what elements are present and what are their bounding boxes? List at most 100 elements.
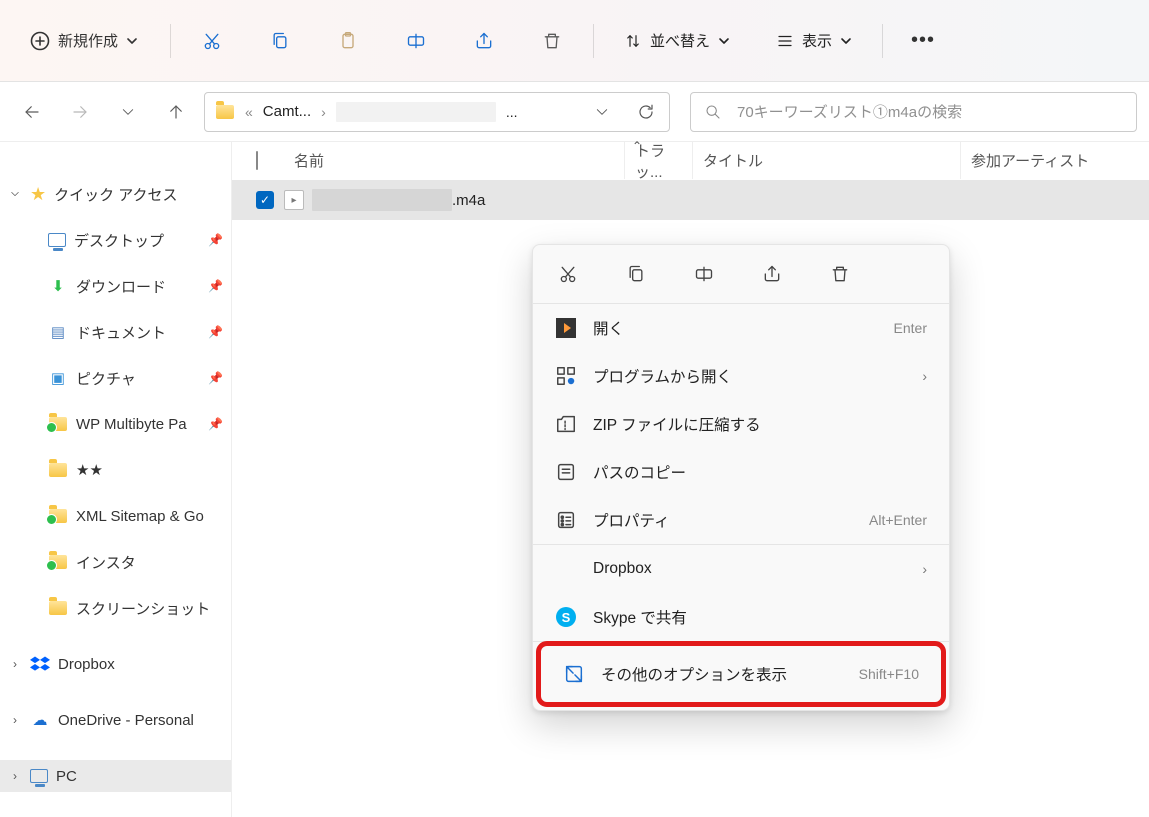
sidebar-item-wp[interactable]: WP Multibyte Pa 📌 bbox=[0, 408, 231, 440]
add-circle-icon bbox=[30, 31, 50, 51]
chevron-right-icon: › bbox=[922, 368, 927, 384]
row-checkbox[interactable]: ✓ bbox=[256, 191, 274, 209]
expand-icon bbox=[563, 663, 585, 685]
sidebar-item-pictures[interactable]: ▣ ピクチャ 📌 bbox=[0, 362, 231, 394]
column-checkbox[interactable] bbox=[256, 152, 294, 169]
sidebar-item-documents[interactable]: ▤ ドキュメント 📌 bbox=[0, 316, 231, 348]
folder-icon bbox=[48, 506, 68, 526]
search-input[interactable]: 70キーワーズリスト①m4aの検索 bbox=[690, 92, 1137, 132]
sort-label: 並べ替え bbox=[650, 30, 710, 51]
list-icon bbox=[776, 32, 794, 50]
copy-path-icon bbox=[555, 461, 577, 483]
chevron-down-icon bbox=[126, 35, 138, 47]
file-list: ⌃ 名前 トラッ... タイトル 参加アーティスト ✓ .m4a bbox=[232, 142, 1149, 817]
address-dropdown[interactable] bbox=[585, 97, 619, 127]
open-with-icon bbox=[555, 365, 577, 387]
search-placeholder: 70キーワーズリスト①m4aの検索 bbox=[737, 101, 962, 122]
cut-button[interactable] bbox=[191, 20, 233, 62]
sidebar-item-desktop[interactable]: デスクトップ 📌 bbox=[0, 224, 231, 256]
rename-button[interactable] bbox=[689, 259, 719, 289]
refresh-button[interactable] bbox=[629, 97, 663, 127]
folder-icon bbox=[48, 460, 68, 480]
pin-icon: 📌 bbox=[208, 325, 223, 339]
file-row[interactable]: ✓ .m4a bbox=[232, 180, 1149, 220]
column-title[interactable]: タイトル bbox=[692, 142, 960, 179]
folder-icon bbox=[215, 102, 235, 122]
share-button[interactable] bbox=[757, 259, 787, 289]
cut-button[interactable] bbox=[553, 259, 583, 289]
sidebar-item-downloads[interactable]: ⬇ ダウンロード 📌 bbox=[0, 270, 231, 302]
view-button[interactable]: 表示 bbox=[766, 24, 862, 57]
context-menu-quick-actions bbox=[533, 245, 949, 303]
up-button[interactable] bbox=[156, 92, 196, 132]
copy-button[interactable] bbox=[259, 20, 301, 62]
menu-open[interactable]: 開く Enter bbox=[533, 304, 949, 352]
separator bbox=[882, 24, 883, 58]
sidebar-dropbox[interactable]: › Dropbox bbox=[0, 648, 231, 680]
menu-zip[interactable]: ZIP ファイルに圧縮する bbox=[533, 400, 949, 448]
filename-suffix: .m4a bbox=[452, 192, 485, 209]
pc-icon bbox=[30, 769, 48, 783]
paste-button[interactable] bbox=[327, 20, 369, 62]
sidebar-item-stars[interactable]: ★★ bbox=[0, 454, 231, 486]
star-icon: ★ bbox=[30, 184, 46, 205]
copy-button[interactable] bbox=[621, 259, 651, 289]
column-headers: ⌃ 名前 トラッ... タイトル 参加アーティスト bbox=[232, 142, 1149, 180]
sidebar-item-screenshot[interactable]: スクリーンショット bbox=[0, 592, 231, 624]
menu-skype[interactable]: S Skype で共有 bbox=[533, 593, 949, 641]
column-artist[interactable]: 参加アーティスト bbox=[960, 142, 1149, 179]
sidebar-item-xml[interactable]: XML Sitemap & Go bbox=[0, 500, 231, 532]
sort-icon bbox=[624, 32, 642, 50]
pin-icon: 📌 bbox=[208, 279, 223, 293]
folder-icon bbox=[48, 414, 68, 434]
chevron-down-icon bbox=[718, 35, 730, 47]
separator bbox=[593, 24, 594, 58]
recent-button[interactable] bbox=[108, 92, 148, 132]
new-button[interactable]: 新規作成 bbox=[18, 24, 150, 57]
audio-file-icon bbox=[284, 190, 304, 210]
skype-icon: S bbox=[556, 607, 576, 627]
column-name[interactable]: 名前 bbox=[294, 150, 624, 171]
picture-icon: ▣ bbox=[48, 368, 68, 388]
sidebar-onedrive[interactable]: › ☁ OneDrive - Personal bbox=[0, 704, 231, 736]
sidebar-item-insta[interactable]: インスタ bbox=[0, 546, 231, 578]
pin-icon: 📌 bbox=[208, 417, 223, 431]
chevron-right-icon: › bbox=[922, 561, 927, 577]
menu-copy-path[interactable]: パスのコピー bbox=[533, 448, 949, 496]
document-icon: ▤ bbox=[48, 322, 68, 342]
separator bbox=[170, 24, 171, 58]
navigation-pane: ★ クイック アクセス デスクトップ 📌 ⬇ ダウンロード 📌 ▤ ドキュメント… bbox=[0, 142, 232, 817]
breadcrumb[interactable]: Camt... bbox=[263, 103, 311, 120]
folder-icon bbox=[48, 598, 68, 618]
menu-more-options[interactable]: その他のオプションを表示 Shift+F10 bbox=[541, 646, 941, 702]
zip-icon bbox=[555, 413, 577, 435]
delete-button[interactable] bbox=[825, 259, 855, 289]
share-button[interactable] bbox=[463, 20, 505, 62]
play-icon bbox=[556, 318, 576, 338]
pin-icon: 📌 bbox=[208, 371, 223, 385]
view-label: 表示 bbox=[802, 30, 832, 51]
sort-indicator-icon: ⌃ bbox=[632, 139, 642, 153]
dropbox-icon bbox=[30, 654, 50, 674]
back-button[interactable] bbox=[12, 92, 52, 132]
desktop-icon bbox=[48, 233, 66, 247]
rename-button[interactable] bbox=[395, 20, 437, 62]
context-menu: 開く Enter プログラムから開く › ZIP ファイルに圧縮する パスのコピ… bbox=[532, 244, 950, 711]
onedrive-icon: ☁ bbox=[30, 710, 50, 730]
nav-row: « Camt... › ... 70キーワーズリスト①m4aの検索 bbox=[0, 82, 1149, 142]
sidebar-quick-access[interactable]: ★ クイック アクセス bbox=[0, 178, 231, 210]
new-button-label: 新規作成 bbox=[58, 30, 118, 51]
properties-icon bbox=[555, 509, 577, 531]
download-icon: ⬇ bbox=[48, 276, 68, 296]
search-icon bbox=[705, 104, 721, 120]
address-bar[interactable]: « Camt... › ... bbox=[204, 92, 670, 132]
menu-dropbox[interactable]: Dropbox › bbox=[533, 545, 949, 593]
filename-redacted bbox=[312, 189, 452, 211]
menu-properties[interactable]: プロパティ Alt+Enter bbox=[533, 496, 949, 544]
sort-button[interactable]: 並べ替え bbox=[614, 24, 740, 57]
delete-button[interactable] bbox=[531, 20, 573, 62]
more-button[interactable]: ••• bbox=[903, 27, 943, 54]
sidebar-pc[interactable]: › PC bbox=[0, 760, 231, 792]
forward-button[interactable] bbox=[60, 92, 100, 132]
menu-open-with[interactable]: プログラムから開く › bbox=[533, 352, 949, 400]
